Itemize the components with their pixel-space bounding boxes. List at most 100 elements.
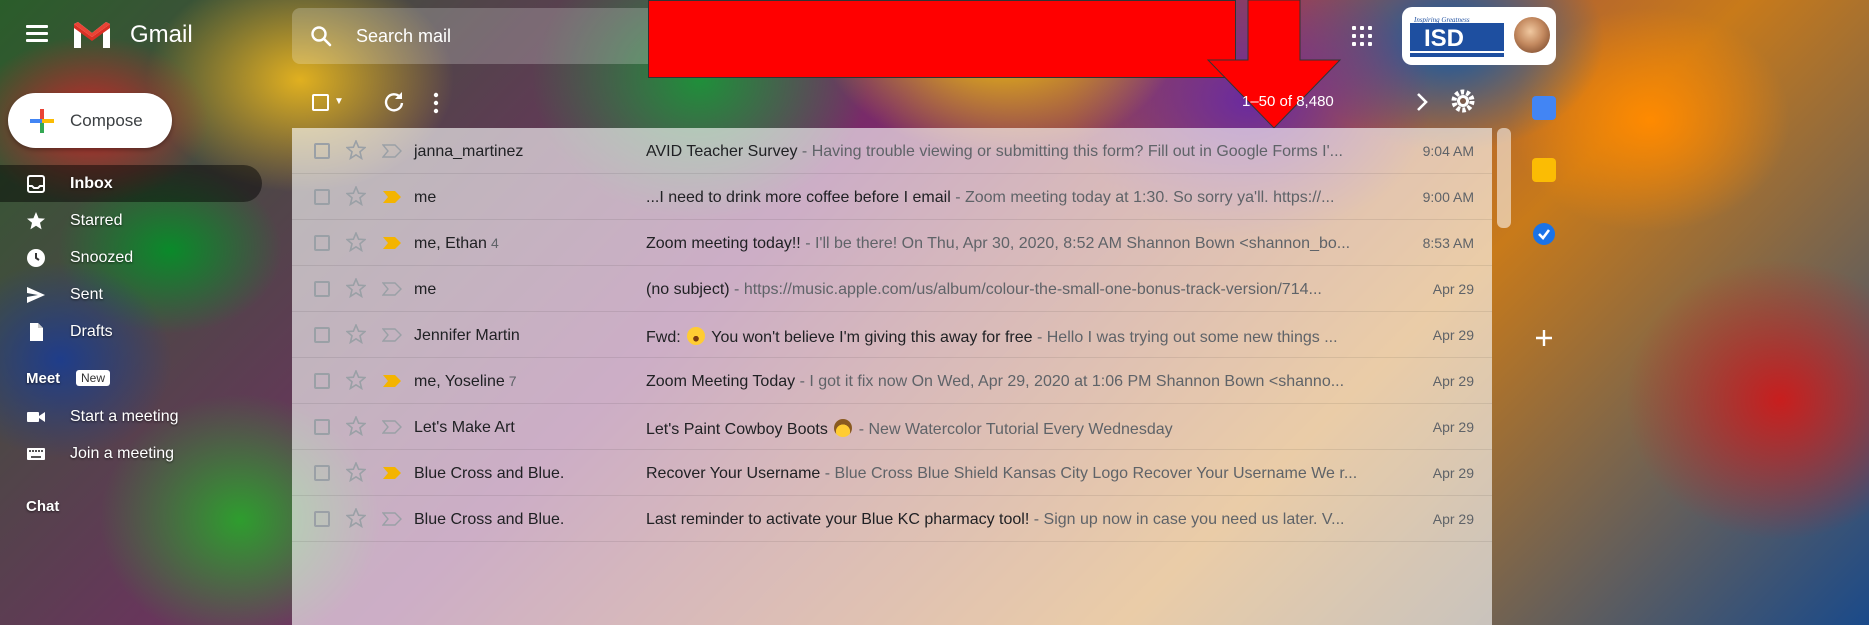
email-subject: Zoom Meeting Today - I got it fix now On… bbox=[646, 373, 1345, 390]
email-time: Apr 29 bbox=[1432, 327, 1474, 343]
importance-marker-icon[interactable] bbox=[382, 189, 402, 205]
nav-item-starred[interactable]: Starred bbox=[0, 202, 262, 239]
email-row[interactable]: me (no subject) - https://music.apple.co… bbox=[292, 266, 1492, 312]
star-outline-icon[interactable] bbox=[346, 462, 366, 482]
nav-item-snoozed[interactable]: Snoozed bbox=[0, 239, 262, 276]
row-checkbox[interactable] bbox=[314, 327, 330, 343]
email-row[interactable]: Let's Make Art Let's Paint Cowboy Boots … bbox=[292, 404, 1492, 450]
sender-name: me bbox=[414, 281, 437, 298]
email-row[interactable]: me, Yoseline 7 Zoom Meeting Today - I got… bbox=[292, 358, 1492, 404]
start-meeting-item[interactable]: Start a meeting bbox=[0, 398, 262, 435]
star-outline-icon[interactable] bbox=[346, 232, 366, 252]
nav-item-drafts[interactable]: Drafts bbox=[0, 313, 262, 350]
email-row[interactable]: me ...I need to drink more coffee before… bbox=[292, 174, 1492, 220]
sender-name: Let's Make Art bbox=[414, 419, 515, 436]
row-checkbox[interactable] bbox=[314, 143, 330, 159]
star-outline-icon[interactable] bbox=[346, 186, 366, 206]
email-row[interactable]: Blue Cross and Blue. Last reminder to ac… bbox=[292, 496, 1492, 542]
tasks-icon[interactable] bbox=[1532, 222, 1556, 246]
row-checkbox[interactable] bbox=[314, 281, 330, 297]
email-row[interactable]: Blue Cross and Blue. Recover Your Userna… bbox=[292, 450, 1492, 496]
avatar[interactable] bbox=[1514, 17, 1550, 53]
thread-count: 4 bbox=[490, 235, 499, 251]
next-page-icon[interactable] bbox=[1412, 88, 1432, 116]
nav-item-inbox[interactable]: Inbox bbox=[0, 165, 262, 202]
nav-item-sent[interactable]: Sent bbox=[0, 276, 262, 313]
nav-label-drafts: Drafts bbox=[70, 322, 113, 340]
isd-organization-logo[interactable]: Inspiring Greatness ISD bbox=[1410, 15, 1504, 59]
sender-name: me, Yoseline 7 bbox=[414, 373, 517, 390]
star-outline-icon[interactable] bbox=[346, 370, 366, 390]
star-outline-icon[interactable] bbox=[346, 140, 366, 160]
row-checkbox[interactable] bbox=[314, 465, 330, 481]
star-outline-icon[interactable] bbox=[346, 508, 366, 528]
keyboard-icon bbox=[27, 447, 45, 460]
email-row[interactable]: Jennifer Martin Fwd: You won't believe I… bbox=[292, 312, 1492, 358]
account-area[interactable]: Inspiring Greatness ISD bbox=[1402, 7, 1556, 65]
join-meeting-label: Join a meeting bbox=[70, 444, 175, 462]
start-meeting-label: Start a meeting bbox=[70, 407, 179, 425]
sender-name: janna_martinez bbox=[414, 143, 524, 160]
importance-marker-icon[interactable] bbox=[382, 419, 402, 435]
scrollbar-thumb[interactable] bbox=[1497, 128, 1511, 228]
importance-marker-icon[interactable] bbox=[382, 511, 402, 527]
pagination-text: 1–50 of 8,480 bbox=[1242, 93, 1334, 110]
star-outline-icon[interactable] bbox=[346, 278, 366, 298]
select-dropdown-icon[interactable]: ▼ bbox=[334, 96, 344, 107]
nav-label-starred: Starred bbox=[70, 211, 123, 229]
google-apps-icon[interactable] bbox=[1352, 26, 1374, 48]
send-icon bbox=[27, 286, 45, 303]
email-time: Apr 29 bbox=[1432, 281, 1474, 297]
star-outline-icon[interactable] bbox=[346, 416, 366, 436]
email-time: Apr 29 bbox=[1432, 419, 1474, 435]
main-menu-icon[interactable] bbox=[26, 25, 48, 43]
row-checkbox[interactable] bbox=[314, 235, 330, 251]
sender-name: Jennifer Martin bbox=[414, 327, 520, 344]
meet-section-header: Meet bbox=[26, 370, 61, 387]
select-all-checkbox[interactable] bbox=[312, 94, 329, 111]
row-checkbox[interactable] bbox=[314, 419, 330, 435]
top-bar: Gmail Inspiring Greatness ISD bbox=[0, 0, 1869, 129]
more-vert-icon[interactable] bbox=[432, 92, 440, 114]
compose-button[interactable]: Compose bbox=[8, 93, 172, 148]
email-time: 8:53 AM bbox=[1422, 235, 1474, 251]
compose-label: Compose bbox=[70, 110, 143, 130]
email-subject: AVID Teacher Survey - Having trouble vie… bbox=[646, 143, 1343, 160]
gear-icon[interactable] bbox=[1450, 88, 1476, 114]
clock-icon bbox=[27, 248, 45, 267]
sender-name: me, Ethan 4 bbox=[414, 235, 499, 252]
email-row[interactable]: janna_martinez AVID Teacher Survey - Hav… bbox=[292, 128, 1492, 174]
gmail-wordmark[interactable]: Gmail bbox=[130, 21, 193, 49]
join-meeting-item[interactable]: Join a meeting bbox=[0, 435, 262, 472]
importance-marker-icon[interactable] bbox=[382, 281, 402, 297]
importance-marker-icon[interactable] bbox=[382, 465, 402, 481]
search-input[interactable] bbox=[356, 22, 656, 50]
importance-marker-icon[interactable] bbox=[382, 373, 402, 389]
email-subject: (no subject) - https://music.apple.com/u… bbox=[646, 281, 1322, 298]
email-row[interactable]: me, Ethan 4 Zoom meeting today!! - I'll b… bbox=[292, 220, 1492, 266]
nav-label-sent: Sent bbox=[70, 285, 103, 303]
row-checkbox[interactable] bbox=[314, 189, 330, 205]
importance-marker-icon[interactable] bbox=[382, 143, 402, 159]
surprised-face-emoji bbox=[687, 327, 706, 345]
nav-label-inbox: Inbox bbox=[70, 174, 113, 192]
importance-marker-icon[interactable] bbox=[382, 327, 402, 343]
calendar-icon[interactable] bbox=[1532, 96, 1556, 120]
importance-marker-icon[interactable] bbox=[382, 235, 402, 251]
video-icon bbox=[27, 411, 45, 422]
cowboy-face-emoji bbox=[834, 419, 853, 437]
refresh-icon[interactable] bbox=[382, 90, 406, 114]
keep-icon[interactable] bbox=[1532, 158, 1556, 182]
row-checkbox[interactable] bbox=[314, 373, 330, 389]
row-checkbox[interactable] bbox=[314, 511, 330, 527]
search-icon[interactable] bbox=[310, 25, 332, 47]
add-addon-icon[interactable] bbox=[1532, 326, 1556, 350]
side-panel bbox=[1520, 78, 1869, 625]
gmail-logo[interactable] bbox=[72, 20, 112, 50]
star-icon bbox=[27, 211, 45, 229]
mail-toolbar: ▼ 1–50 of 8,480 bbox=[292, 78, 1492, 128]
star-outline-icon[interactable] bbox=[346, 324, 366, 344]
inbox-icon bbox=[27, 174, 45, 193]
email-subject: Zoom meeting today!! - I'll be there! On… bbox=[646, 235, 1351, 252]
svg-text:Inspiring Greatness: Inspiring Greatness bbox=[1413, 16, 1470, 24]
